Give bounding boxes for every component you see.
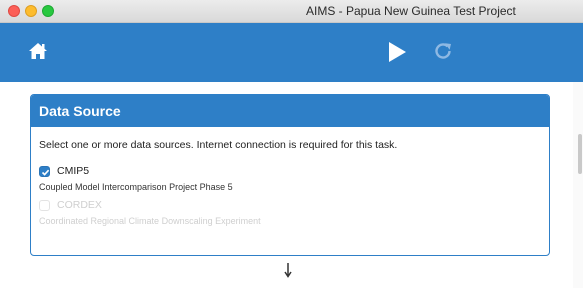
app-window: AIMS - Papua New Guinea Test Project Dat… (0, 0, 583, 288)
option-name: CORDEX (57, 199, 102, 211)
checkmark-icon (41, 169, 50, 176)
cordex-checkbox (39, 200, 50, 211)
data-source-panel: Data Source Select one or more data sour… (30, 94, 550, 256)
scrollbar-thumb[interactable] (578, 134, 582, 174)
toolbar (0, 23, 583, 82)
instructions-text: Select one or more data sources. Interne… (39, 139, 398, 151)
window-title: AIMS - Papua New Guinea Test Project (306, 4, 516, 18)
maximize-window-button[interactable] (42, 5, 54, 17)
minimize-window-button[interactable] (25, 5, 37, 17)
panel-title: Data Source (31, 95, 549, 127)
option-name: CMIP5 (57, 165, 90, 177)
play-icon[interactable] (387, 41, 407, 63)
close-window-button[interactable] (8, 5, 20, 17)
title-bar: AIMS - Papua New Guinea Test Project (0, 0, 583, 23)
refresh-icon[interactable] (432, 40, 454, 62)
option-description: Coupled Model Intercomparison Project Ph… (39, 182, 233, 192)
down-arrow-icon (284, 263, 292, 278)
option-description: Coordinated Regional Climate Downscaling… (39, 216, 261, 226)
content-area: Data Source Select one or more data sour… (0, 82, 583, 288)
scrollbar[interactable] (573, 82, 583, 288)
cmip5-checkbox[interactable] (39, 166, 50, 177)
home-icon[interactable] (28, 41, 48, 61)
